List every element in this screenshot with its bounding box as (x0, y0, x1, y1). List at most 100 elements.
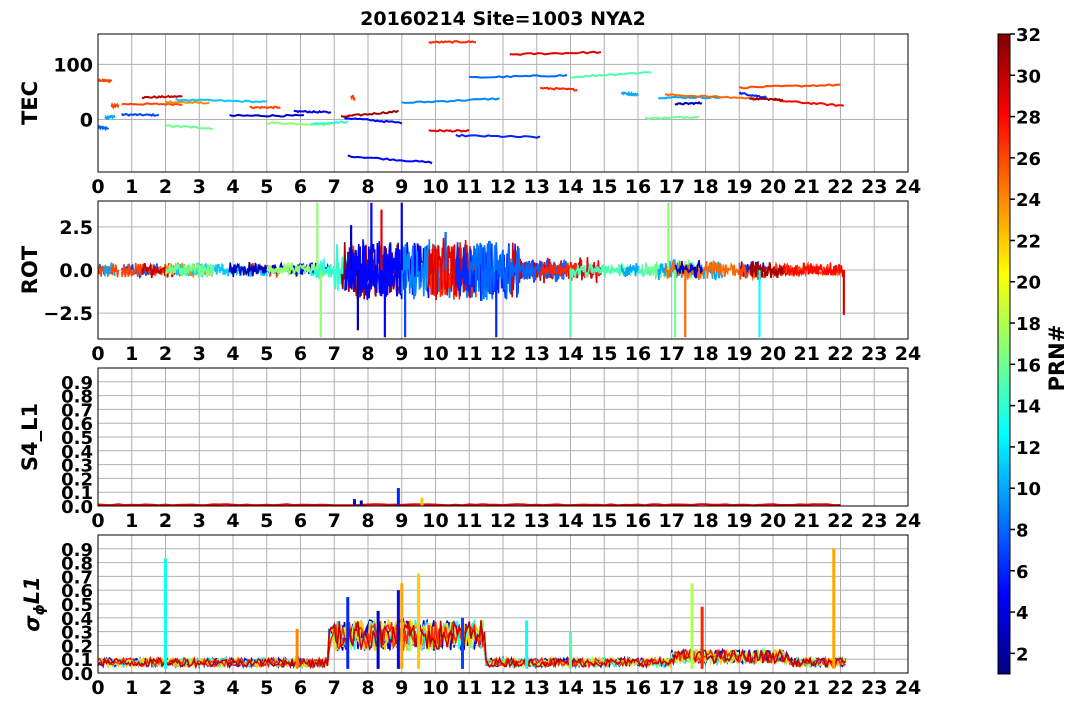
x-tick-label: 21 (794, 677, 820, 699)
x-tick-label: 22 (827, 343, 853, 365)
x-tick-label: 14 (557, 510, 583, 532)
x-tick-label: 18 (692, 343, 718, 365)
colorbar-tick-label: 28 (1016, 108, 1041, 129)
x-tick-label: 21 (794, 343, 820, 365)
y-tick-labels-sigma: 0.00.10.20.30.40.50.60.70.80.9 (61, 540, 93, 685)
x-tick-label: 4 (226, 677, 239, 699)
grid-tec (97, 34, 909, 172)
x-tick-label: 23 (861, 677, 887, 699)
x-tick-label: 13 (524, 176, 550, 198)
colorbar-tick-label: 14 (1016, 397, 1041, 418)
x-tick-label: 3 (193, 677, 206, 699)
tec-series-prn-3 (674, 101, 703, 106)
x-tick-label: 16 (625, 510, 651, 532)
ylabel-sigma: σ (20, 615, 44, 632)
tec-series-prn-26 (249, 105, 281, 110)
x-tick-label: 17 (659, 677, 685, 699)
tec-series-prn-5 (344, 117, 403, 125)
marks-tec (98, 40, 845, 165)
colorbar-label: PRN# (1045, 325, 1069, 392)
x-tick-label: 9 (395, 510, 408, 532)
tec-series-prn-15 (570, 71, 652, 79)
x-tick-label: 22 (827, 677, 853, 699)
colorbar-tick-label: 22 (1016, 231, 1041, 252)
y-tick-labels-tec: 0 100 (53, 54, 93, 131)
tec-series-prn-10 (104, 114, 116, 121)
x-tick-label: 4 (226, 343, 239, 365)
x-tick-label: 13 (524, 510, 550, 532)
tec-series-prn-31 (340, 109, 399, 118)
x-tick-label: 5 (260, 510, 273, 532)
y-tick-label: 0.0 (59, 260, 93, 282)
x-tick-label: 24 (895, 343, 921, 365)
x-tick-label: 14 (557, 343, 583, 365)
x-tick-label: 20 (760, 176, 786, 198)
y-tick-label: 2.5 (59, 217, 93, 239)
x-tick-labels-sigma: 0 1 2 3 4 5 6 7 8 9 10 11 12 13 14 15 16 17 18 19 20 21 22 23 24 (91, 677, 921, 699)
colorbar: 2468101214161820222426283032PRN# (997, 25, 1069, 675)
x-tick-label: 10 (422, 677, 448, 699)
tec-series-prn-24 (165, 100, 210, 105)
x-tick-label: 5 (260, 343, 273, 365)
x-tick-label: 2 (159, 510, 172, 532)
tec-series-prn-26 (738, 83, 841, 90)
tec-series-prn-27 (539, 86, 578, 92)
x-tick-label: 23 (861, 176, 887, 198)
y-tick-labels-s4: 0.00.10.20.30.40.50.60.70.80.9 (61, 373, 93, 518)
x-tick-labels-rot: 0 1 2 3 4 5 6 7 8 9 10 11 12 13 14 15 16 17 18 19 20 21 22 23 24 (91, 343, 921, 365)
x-tick-label: 12 (490, 343, 516, 365)
x-tick-label: 12 (490, 176, 516, 198)
x-tick-label: 15 (591, 677, 617, 699)
tec-series-prn-7 (120, 112, 160, 118)
chart-title: 20160214 Site=1003 NYA2 (360, 8, 646, 30)
x-tick-label: 2 (159, 343, 172, 365)
x-tick-label: 17 (659, 176, 685, 198)
x-tick-label: 0 (91, 176, 104, 198)
tec-series-prn-29 (509, 50, 602, 56)
y-tick-labels-rot: −2.5 0.0 2.5 (43, 217, 93, 325)
colorbar-tick-label: 20 (1016, 273, 1041, 294)
marks-rot (98, 202, 845, 338)
colorbar-tick-label: 16 (1016, 355, 1041, 376)
x-tick-label: 4 (226, 510, 239, 532)
tec-series-prn-8 (98, 124, 110, 132)
y-tick-label: 0.9 (61, 373, 93, 394)
x-tick-label: 16 (625, 677, 651, 699)
y-tick-label: 0 (80, 110, 93, 132)
x-tick-label: 2 (159, 677, 172, 699)
x-tick-label: 5 (260, 176, 273, 198)
colorbar-tick-label: 6 (1016, 562, 1029, 583)
x-tick-label: 3 (193, 510, 206, 532)
x-tick-label: 21 (794, 510, 820, 532)
tec-series-prn-29 (428, 128, 470, 133)
tec-series-prn-26 (98, 78, 113, 84)
x-tick-label: 6 (294, 343, 307, 365)
x-tick-label: 8 (361, 343, 374, 365)
x-tick-label: 17 (659, 343, 685, 365)
colorbar-tick-label: 8 (1016, 520, 1029, 541)
x-tick-label: 0 (91, 510, 104, 532)
y-axis-label-rot: ROT (18, 245, 42, 294)
x-tick-label: 12 (490, 677, 516, 699)
tec-series-prn-28 (772, 98, 845, 107)
colorbar-gradient (997, 33, 1011, 675)
x-tick-label: 14 (557, 176, 583, 198)
x-tick-label: 6 (294, 176, 307, 198)
rot-series-prn-10 (620, 262, 639, 278)
y-tick-label: 0.9 (61, 540, 93, 561)
x-tick-label: 4 (226, 176, 239, 198)
x-tick-label: 9 (395, 176, 408, 198)
x-tick-label: 8 (361, 510, 374, 532)
x-tick-label: 10 (422, 176, 448, 198)
x-tick-label: 1 (125, 343, 138, 365)
x-tick-label: 9 (395, 343, 408, 365)
x-tick-label: 3 (193, 176, 206, 198)
colorbar-tick-label: 24 (1016, 190, 1041, 211)
x-tick-label: 21 (794, 176, 820, 198)
x-tick-label: 20 (760, 343, 786, 365)
panel-s4: 0 1 2 3 4 5 6 7 8 9 10 11 12 13 14 15 16 17 18 19 20 21 22 23 24… (18, 367, 921, 532)
x-tick-labels-s4: 0 1 2 3 4 5 6 7 8 9 10 11 12 13 14 15 16 17 18 19 20 21 22 23 24 (91, 510, 921, 532)
y-tick-label: −2.5 (43, 303, 93, 325)
x-tick-label: 10 (422, 510, 448, 532)
y-axis-label-s4: S4_L1 (18, 403, 42, 471)
